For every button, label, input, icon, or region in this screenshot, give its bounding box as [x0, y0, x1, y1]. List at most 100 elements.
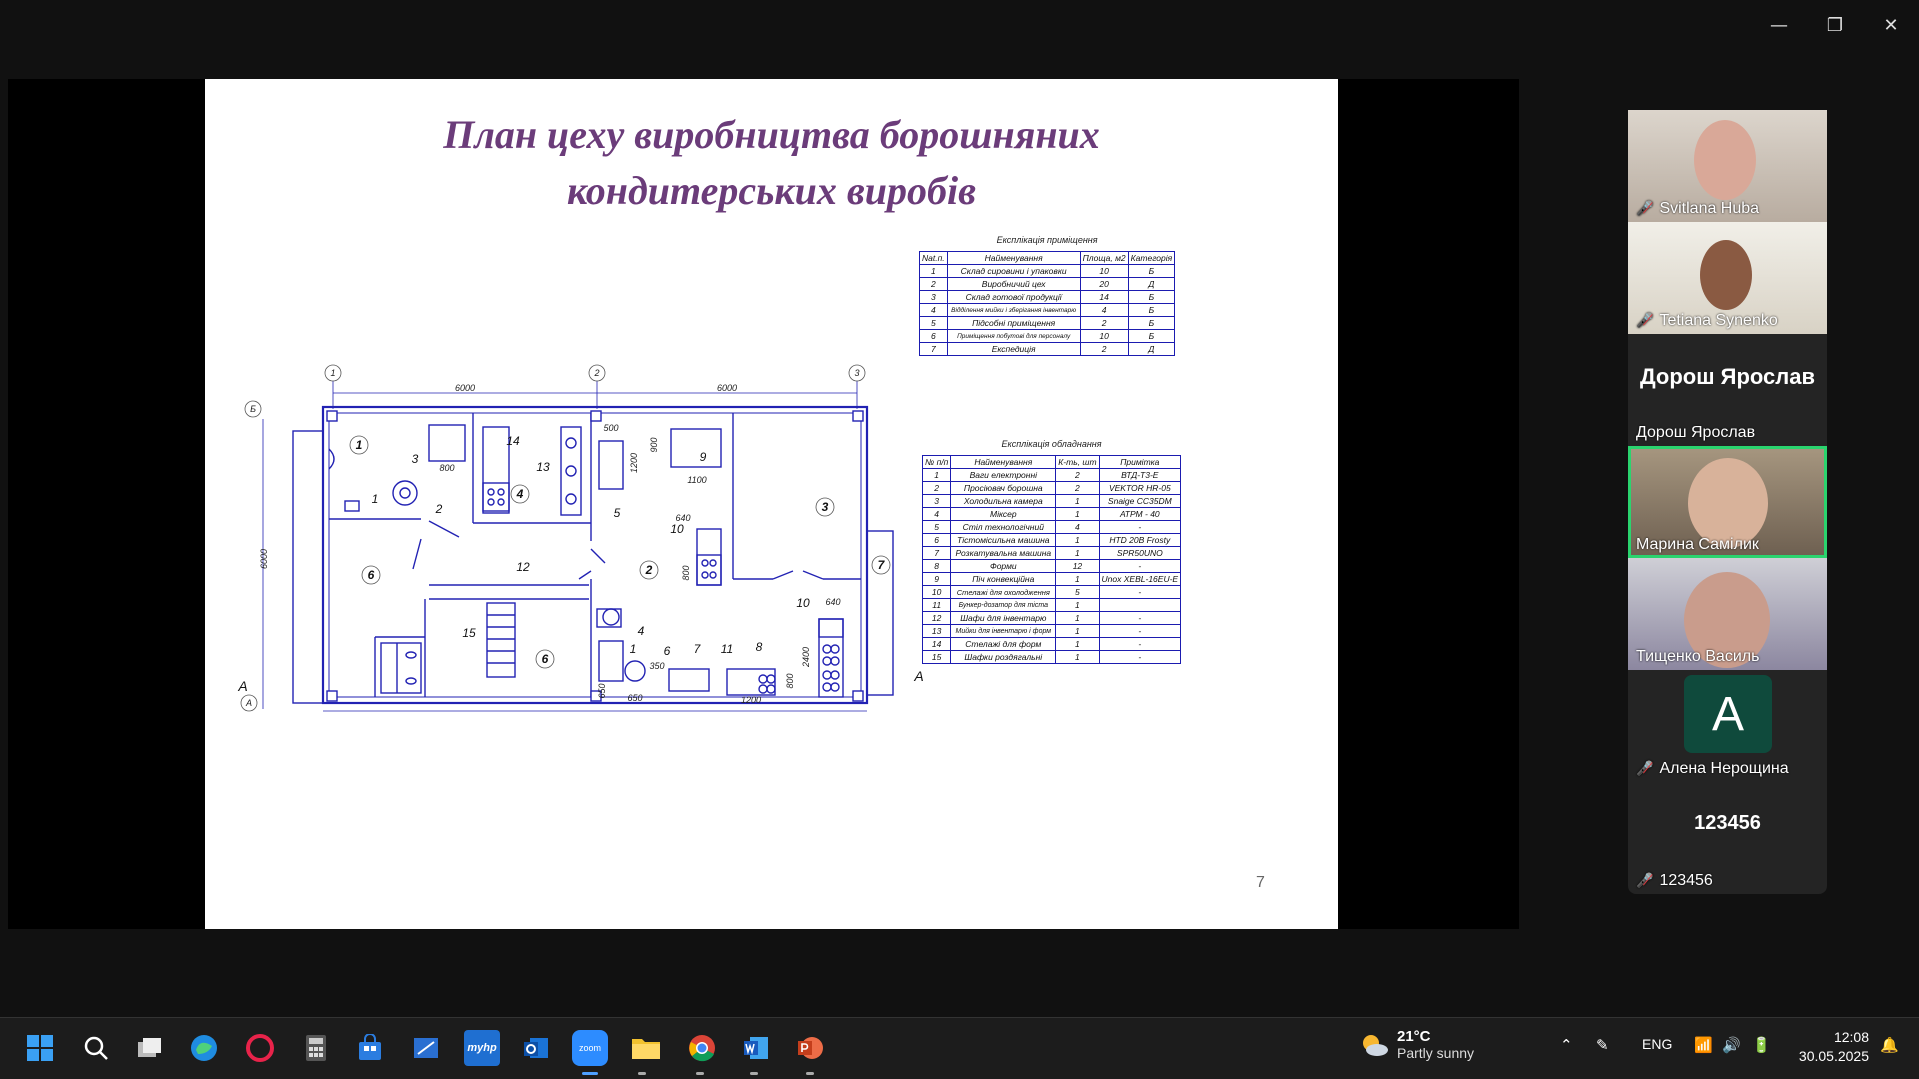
participant-tile[interactable]: 🎤̸ Tetiana Synenko [1628, 222, 1827, 334]
table-row: 6 Тістомісильна машина 1 HTD 20B Frosty [921, 533, 1182, 547]
cell: Холодильна камера [950, 494, 1057, 508]
store-icon[interactable] [352, 1030, 388, 1066]
participant-tile[interactable]: 🎤̸ Svitlana Huba [1628, 110, 1827, 222]
cell: 1 [1055, 650, 1100, 664]
cell: Стелажі для форм [950, 637, 1057, 651]
zoom-icon[interactable]: zoom [572, 1030, 608, 1066]
dim-1200: 1200 [629, 453, 639, 473]
cell: 1 [1055, 494, 1100, 508]
dim-900: 900 [649, 437, 659, 452]
room-4: 4 [516, 487, 524, 501]
cell: 8 [921, 559, 952, 573]
cell: 14 [1079, 290, 1129, 304]
equip-col-note: Примітка [1098, 455, 1182, 469]
outlook-icon[interactable] [518, 1030, 554, 1066]
room-3: 3 [822, 500, 829, 514]
cell: 1 [1055, 598, 1100, 612]
rooms-table-wrap: Експлікація приміщення Nat.п. Найменуван… [919, 235, 1176, 356]
dim-1200b: 1200 [741, 695, 761, 705]
participant-tile[interactable]: A 🎤̸ Алена Нерощина [1628, 670, 1827, 782]
equip-1b: 1 [630, 642, 637, 656]
cell: 11 [921, 598, 952, 612]
cell: - [1098, 650, 1182, 664]
table-row: 3 Холодильна камера 1 Snaige CC35DM [921, 494, 1182, 508]
participant-name: 🎤̸ 123456 [1636, 872, 1713, 889]
pen-icon[interactable]: ✎ [1596, 1036, 1609, 1054]
equip-15: 15 [462, 626, 476, 640]
table-row: 4 Міксер 1 АТРМ - 40 [921, 507, 1182, 521]
rooms-col-cat: Категорія [1127, 251, 1176, 265]
chrome-icon[interactable] [684, 1030, 720, 1066]
cell: 2 [919, 277, 948, 291]
clock[interactable]: 12:08 30.05.2025 [1799, 1028, 1869, 1066]
task-view-icon[interactable] [132, 1030, 168, 1066]
slide-page-number: 7 [1256, 874, 1265, 891]
cell: 14 [921, 637, 952, 651]
cell: 5 [919, 316, 948, 330]
axis-1: 1 [330, 368, 335, 378]
cell: Міксер [950, 507, 1057, 521]
equip-5: 5 [614, 506, 621, 520]
participant-video [1700, 240, 1752, 310]
cell: Просіювач борошна [950, 481, 1057, 495]
room-6a: 6 [368, 568, 375, 582]
table-row: 8 Форми 12- [921, 559, 1182, 573]
dim-800c: 800 [785, 673, 795, 688]
presentation-slide: План цеху виробництва борошняних кондите… [205, 79, 1338, 929]
participant-tile[interactable]: 123456 🎤̸ 123456 [1628, 782, 1827, 894]
search-icon[interactable] [78, 1030, 114, 1066]
cell: 2 [1055, 468, 1100, 482]
rooms-col-area: Площа, м2 [1079, 251, 1129, 265]
cell: Д [1127, 342, 1176, 356]
calculator-icon[interactable] [298, 1030, 334, 1066]
participant-display-name: 123456 [1694, 812, 1761, 834]
equip-col-name: Найменування [950, 455, 1057, 469]
table-row: 5 Стіл технологічний 4- [921, 520, 1182, 534]
cell: 4 [1079, 303, 1129, 317]
wifi-icon[interactable]: 📶 [1694, 1036, 1713, 1054]
equip-11: 11 [721, 642, 733, 656]
mic-muted-icon: 🎤̸ [1636, 873, 1654, 889]
chevron-up-icon[interactable]: ⌃ [1560, 1036, 1573, 1054]
dim-650b: 650 [627, 693, 642, 703]
equipment-table: № п/п Найменування К-ть, шт Примітка 1 Ва… [921, 455, 1182, 664]
cell: 1 [919, 264, 948, 278]
equipment-table-caption: Експлікація обладнання [1001, 439, 1102, 449]
weather-temp: 21°C [1397, 1028, 1431, 1045]
participant-name: 🎤̸ Svitlana Huba [1636, 200, 1760, 217]
powerpoint-icon[interactable] [792, 1030, 828, 1066]
room-1: 1 [356, 438, 363, 452]
word-icon[interactable] [738, 1030, 774, 1066]
minimize-button[interactable]: — [1751, 0, 1807, 50]
cell: - [1098, 624, 1182, 638]
close-button[interactable]: ✕ [1863, 0, 1919, 50]
slide-title: План цеху виробництва борошняних кондите… [205, 107, 1338, 219]
battery-icon[interactable]: 🔋 [1752, 1036, 1771, 1054]
weather-widget[interactable]: 21°C Partly sunny [1359, 1028, 1474, 1061]
dim-6000-b: 6000 [717, 383, 737, 393]
volume-icon[interactable]: 🔊 [1722, 1036, 1741, 1054]
cell: 2 [1055, 481, 1100, 495]
snipping-tool-icon[interactable] [408, 1030, 444, 1066]
participant-tile[interactable]: Дорош Ярослав Дорош Ярослав [1628, 334, 1827, 446]
cell: 9 [921, 572, 952, 586]
window-controls: — ❐ ✕ [1751, 0, 1919, 50]
cell: 1 [1055, 611, 1100, 625]
section-a-left: А [237, 678, 247, 694]
edge-icon[interactable] [186, 1030, 222, 1066]
cell: 13 [921, 624, 952, 638]
participant-tile[interactable]: Тищенко Василь [1628, 558, 1827, 670]
cell: Б [1127, 329, 1176, 343]
language-indicator[interactable]: ENG [1642, 1036, 1672, 1052]
equip-4: 4 [638, 624, 645, 638]
restore-button[interactable]: ❐ [1807, 0, 1863, 50]
dim-800b: 800 [681, 565, 691, 580]
myhp-icon[interactable]: myhp [464, 1030, 500, 1066]
cell: SPR50UNO [1098, 546, 1182, 560]
red-circle-app-icon[interactable] [242, 1030, 278, 1066]
notification-icon[interactable]: 🔔 [1880, 1036, 1899, 1054]
participant-tile-active-speaker[interactable]: Марина Самілик [1628, 446, 1827, 558]
windows-start-icon[interactable] [22, 1030, 58, 1066]
equip-14: 14 [506, 434, 520, 448]
file-explorer-icon[interactable] [628, 1030, 664, 1066]
